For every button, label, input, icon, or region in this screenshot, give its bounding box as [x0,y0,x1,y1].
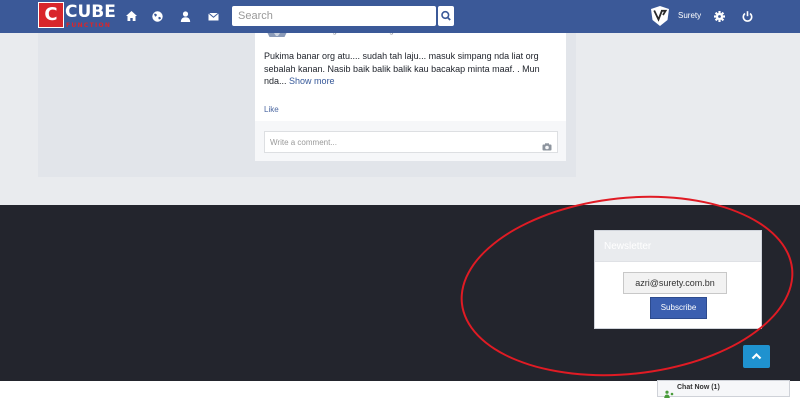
comment-area [255,121,566,161]
logo-mark: C [38,2,64,28]
user-icon[interactable] [179,10,192,23]
post-body: Pukima banar org atu.... sudah tah laju.… [264,50,559,88]
envelope-icon[interactable] [207,10,220,23]
newsletter-title: Newsletter [604,241,652,252]
vr-shield-logo-icon [651,6,669,26]
logo-tagline: FUNCTION [66,22,112,29]
chat-bar[interactable]: Chat Now (1) [657,380,790,398]
newsletter-widget: Newsletter Subscribe [594,230,762,329]
chat-now-label: Chat Now (1) [677,384,720,391]
post-card: 2 hours ago 55 minutes ago Pukima banar … [255,26,566,121]
show-more-link[interactable]: Show more [289,76,335,86]
camera-icon[interactable] [542,138,552,151]
newsletter-header: Newsletter [595,231,761,262]
search-button[interactable] [438,6,454,26]
globe-icon[interactable] [151,10,164,23]
newsletter-email-field[interactable] [623,272,727,294]
back-to-top-button[interactable] [743,345,770,368]
user-avatar[interactable] [650,5,670,27]
search-input[interactable] [232,6,436,26]
top-navbar: C CUBE FUNCTION Surety [0,0,800,33]
home-icon[interactable] [125,10,138,23]
logo-wordmark: CUBE [65,2,116,22]
gear-icon[interactable] [713,10,726,23]
chevron-up-icon [751,352,762,360]
comment-input[interactable] [264,131,558,153]
site-logo[interactable]: C CUBE FUNCTION [38,2,116,32]
subscribe-button[interactable]: Subscribe [650,297,707,319]
chat-user-icon [664,385,674,398]
search-icon [441,10,451,21]
power-icon[interactable] [741,10,754,23]
like-link[interactable]: Like [264,105,279,114]
username-label[interactable]: Surety [678,11,701,20]
